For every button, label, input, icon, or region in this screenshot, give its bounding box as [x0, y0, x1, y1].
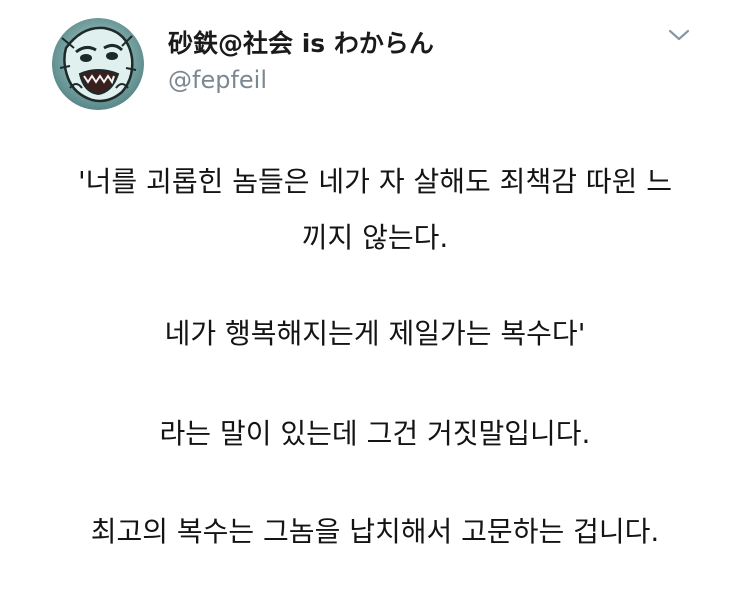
author-handle[interactable]: @fepfeil [168, 66, 267, 94]
chevron-down-icon [668, 29, 690, 41]
author-display-name[interactable]: 砂鉄@社会 is わからん [168, 24, 434, 60]
tweet-text-line: 네가 행복해지는게 제일가는 복수다' [164, 317, 586, 350]
avatar[interactable] [52, 18, 144, 110]
tweet-text-line: 최고의 복수는 그놈을 납치해서 고문하는 겁니다. [90, 515, 660, 548]
tweet-text-line: 끼지 않는다. [301, 221, 449, 254]
tweet-card: 砂鉄@社会 is わからん @fepfeil '너를 괴롭힌 놈들은 네가 자 … [0, 0, 750, 596]
tweet-menu-button[interactable] [664, 22, 694, 48]
tweet-text-line: '너를 괴롭힌 놈들은 네가 자 살해도 죄책감 따윈 느 [77, 165, 673, 198]
avatar-image-icon [52, 18, 144, 110]
tweet-text-line: 라는 말이 있는데 그건 거짓말입니다. [159, 417, 591, 450]
